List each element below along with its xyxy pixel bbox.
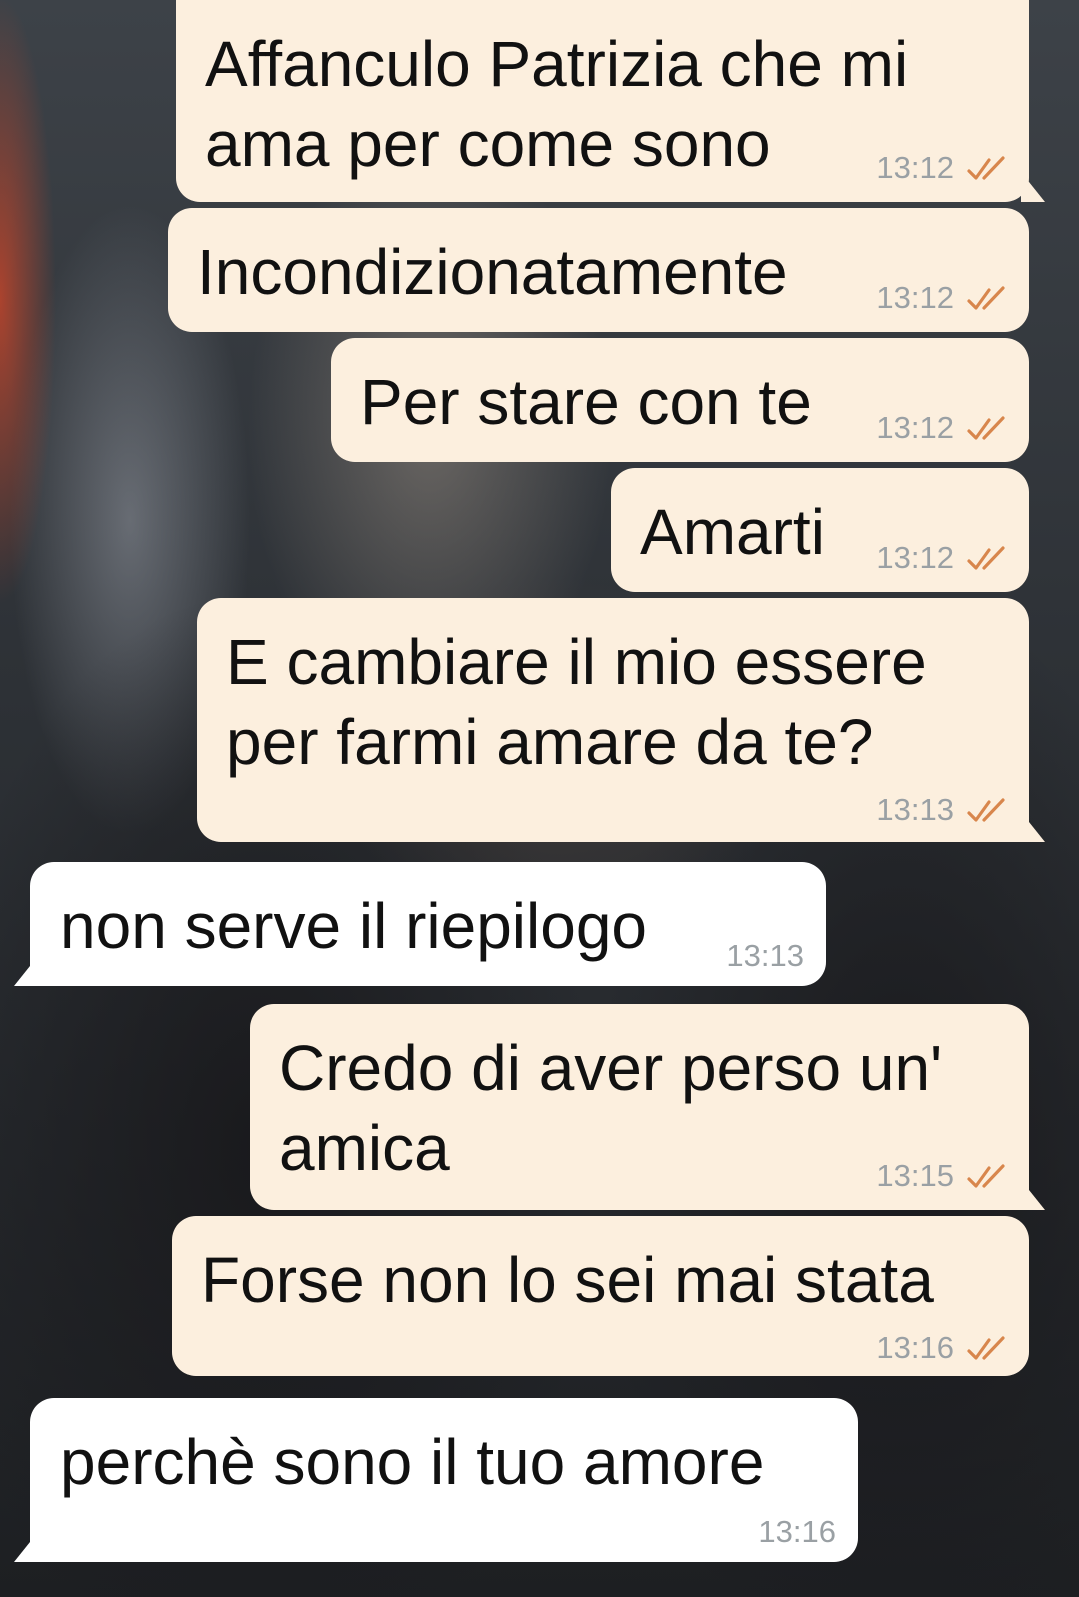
message-bubble-incoming[interactable]: non serve il riepilogo 13:13 [14,862,826,986]
message-bubble-outgoing[interactable]: Incondizionatamente 13:12 [168,208,1029,332]
bubble-tail [14,956,38,986]
message-bubble-outgoing[interactable]: Credo di aver perso un' amica 13:15 [250,1004,1045,1210]
message-bubble-outgoing[interactable]: E cambiare il mio essere per farmi amare… [197,598,1045,842]
message-text: Incondizionatamente [197,236,788,308]
message-bubble-outgoing[interactable]: Forse non lo sei mai stata 13:16 [172,1216,1029,1376]
double-check-icon [967,1164,1005,1188]
message-time: 13:12 [876,280,954,315]
bubble-tail [1021,172,1045,202]
message-text: E cambiare il mio essere per farmi amare… [226,626,927,778]
double-check-icon [967,156,1005,180]
bubble-tail [1021,812,1045,842]
message-bubble-outgoing[interactable]: Amarti 13:12 [611,468,1029,592]
message-time: 13:13 [726,938,804,973]
bubble-tail [1021,1180,1045,1210]
message-text: non serve il riepilogo [60,890,647,962]
double-check-icon [967,416,1005,440]
message-bubble-outgoing[interactable]: Per stare con te 13:12 [331,338,1029,462]
message-time: 13:12 [876,540,954,575]
message-text: Amarti [640,496,825,568]
double-check-icon [967,798,1005,822]
message-text: Forse non lo sei mai stata [201,1244,934,1316]
message-time: 13:12 [876,150,954,185]
double-check-icon [967,1336,1005,1360]
message-time: 13:16 [758,1514,836,1549]
message-time: 13:16 [876,1330,954,1365]
message-text: Affanculo Patrizia che mi ama per come s… [205,28,909,180]
message-time: 13:13 [876,792,954,827]
double-check-icon [967,546,1005,570]
bubble-tail [14,1532,38,1562]
double-check-icon [967,286,1005,310]
message-bubble-incoming[interactable]: perchè sono il tuo amore 13:16 [14,1398,858,1562]
message-text: Credo di aver perso un' amica [279,1032,943,1184]
message-bubble-outgoing[interactable]: Affanculo Patrizia che mi ama per come s… [176,0,1045,202]
message-text: perchè sono il tuo amore [60,1426,765,1498]
message-text: Per stare con te [360,366,812,438]
message-time: 13:15 [876,1158,954,1193]
message-time: 13:12 [876,410,954,445]
